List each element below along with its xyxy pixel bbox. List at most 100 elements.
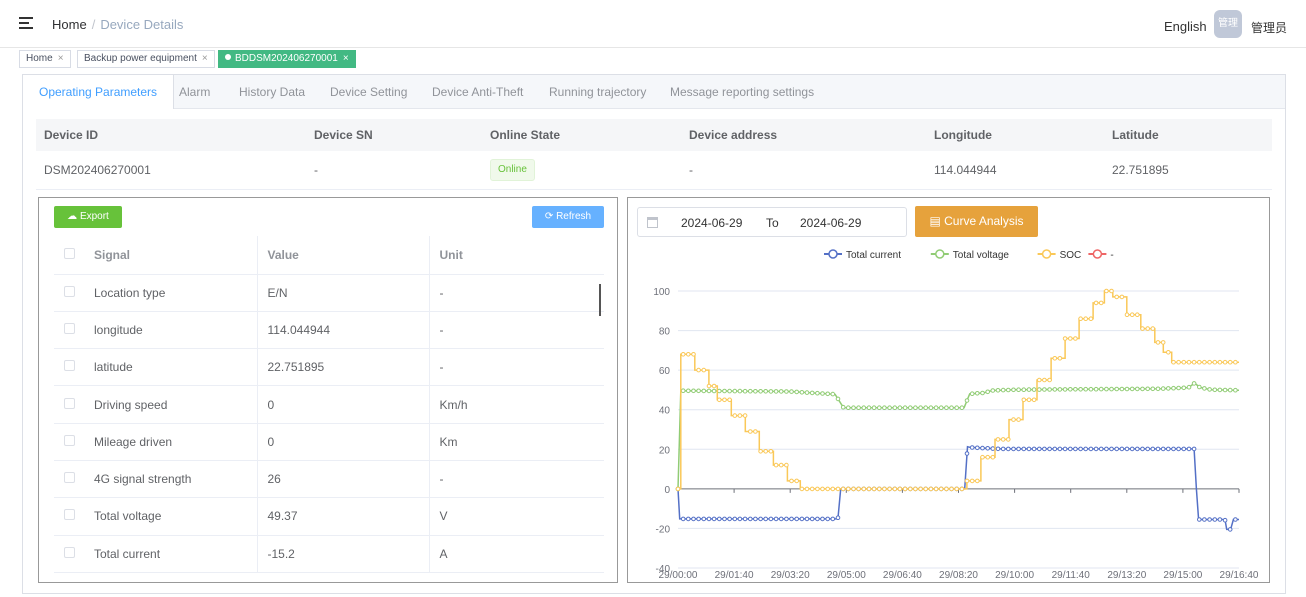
data-point [799,390,805,395]
data-point [1181,385,1187,391]
tab-running-trajectory[interactable]: Running trajectory [549,75,646,109]
tab-device-setting[interactable]: Device Setting [330,75,407,109]
data-point [861,486,867,492]
data-point [1160,446,1166,452]
data-point [1129,446,1135,452]
data-point [918,486,923,492]
tag-device-active[interactable]: BDDSM202406270001 × [218,50,356,68]
data-point [985,454,991,460]
data-point [980,454,985,460]
data-point [696,516,701,522]
avatar[interactable]: 管理 [1214,10,1242,38]
row-checkbox[interactable] [64,322,75,334]
close-icon[interactable]: × [202,53,208,64]
data-point [773,389,779,394]
data-point [887,486,892,492]
tab-bar: Operating Parameters Alarm History Data … [23,75,1285,109]
data-point [753,516,758,522]
data-point [825,391,830,397]
device-id-value: DSM202406270001 [36,151,306,190]
table-row[interactable]: Location type E/N - [54,274,604,312]
table-row[interactable]: Mileage driven 0 Km [54,423,604,461]
data-point [1042,377,1047,383]
row-checkbox[interactable] [64,360,75,372]
select-all-checkbox[interactable] [64,247,75,259]
data-point [959,486,965,492]
data-point [1227,527,1233,532]
row-checkbox[interactable] [64,472,75,484]
y-tick-label: 60 [659,366,671,377]
legend-label: - [1110,250,1113,261]
username[interactable]: 管理员 [1251,19,1287,36]
tag-label: Backup power equipment [84,53,197,64]
data-point [1233,387,1238,393]
data-point [686,388,691,394]
tag-home[interactable]: Home × [19,50,71,68]
language-switch[interactable]: English [1164,19,1207,34]
data-point [877,405,882,410]
data-point [1037,377,1042,383]
device-info-table: Device ID Device SN Online State Device … [36,119,1272,190]
data-point [1171,385,1176,391]
tab-device-anti-theft[interactable]: Device Anti-Theft [432,75,523,109]
tab-history-data[interactable]: History Data [239,75,305,109]
y-tick-label: 80 [659,327,671,338]
tag-label: Home [26,53,53,64]
data-point [995,388,1001,393]
data-point [1186,446,1192,452]
table-row[interactable]: 4G signal strength 26- [54,460,604,499]
data-point [794,389,799,395]
tag-backup-power[interactable]: Backup power equipment × [77,50,215,68]
breadcrumb-home[interactable]: Home [52,17,87,32]
x-tick-label: 29/00:00 [659,570,698,581]
data-point [1176,385,1181,391]
data-point [778,389,784,394]
refresh-button[interactable]: ⟳ Refresh [532,206,604,228]
signal-name: longitude [84,311,258,350]
data-point [1047,446,1052,452]
data-point [846,486,851,492]
data-point [706,383,712,389]
cloud-icon: ☁ [67,211,80,222]
legend-marker [935,249,945,259]
data-point [748,516,753,522]
data-point [1037,446,1042,452]
data-point [722,397,727,403]
signal-name: Total current [84,535,258,573]
signal-value: 0 [257,385,430,424]
row-checkbox[interactable] [64,285,75,297]
data-point [768,449,774,454]
row-checkbox[interactable] [64,546,75,558]
table-row[interactable]: latitude 22.751895- [54,348,604,387]
signal-name: Mileage driven [84,423,258,461]
table-row[interactable]: Total voltage 49.37 V [54,497,604,536]
data-point [815,486,820,492]
table-scrollbar[interactable] [599,284,601,316]
export-button[interactable]: ☁ Export [54,206,122,228]
data-point [933,405,939,410]
data-point [892,405,898,410]
data-point [1145,446,1151,452]
data-point [1078,387,1083,392]
data-point [1042,446,1047,452]
table-row[interactable]: longitude 114.044944- [54,311,604,350]
data-point [737,516,743,522]
row-checkbox[interactable] [64,509,75,521]
row-checkbox[interactable] [64,434,75,446]
data-point [1222,517,1228,523]
hamburger-icon[interactable] [19,17,33,29]
table-row[interactable]: Driving speed 0 Km/h [54,385,604,424]
data-point [830,391,836,397]
close-icon[interactable]: × [58,53,64,64]
tab-operating-parameters[interactable]: Operating Parameters [23,75,175,109]
row-checkbox[interactable] [64,397,75,409]
close-icon[interactable]: × [343,53,349,64]
data-point [727,516,732,522]
tab-message-reporting[interactable]: Message reporting settings [670,75,814,109]
data-point [809,516,815,522]
data-point [928,486,934,492]
table-row[interactable]: Total current -15.2 A [54,535,604,573]
tab-alarm[interactable]: Alarm [179,75,210,109]
data-point [985,446,991,451]
signal-panel: ☁ Export ⟳ Refresh Signal Value Unit Loc… [38,197,618,583]
